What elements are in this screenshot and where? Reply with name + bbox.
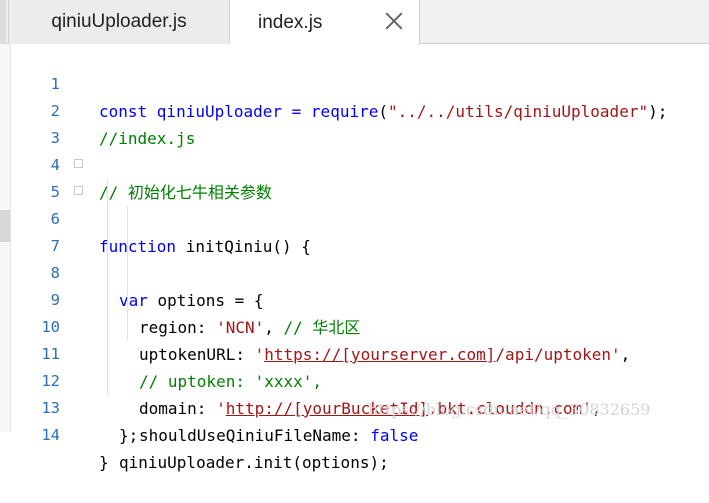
code-line: 12 }; [10,341,709,445]
code-token: false [370,426,419,445]
indent-guide [107,287,108,314]
indent-guide [107,314,108,341]
tab-index-js[interactable]: index.js [230,0,420,45]
indent-guide [127,206,128,233]
indent-guide [107,206,108,233]
indent-guide [107,368,108,395]
breakpoint-marker [0,210,10,242]
code-line: 3 [10,98,709,147]
indent-guide [127,287,128,314]
code-token: shouldUseQiniuFileName: [139,426,371,445]
code-text: }; [119,426,139,445]
code-text: qiniuUploader.init(options); [119,453,389,472]
indent-guide [107,260,108,287]
indent-guide [127,260,128,287]
code-line: 7 region: 'NCN', // 华北区 [10,206,709,337]
code-line: 11 shouldUseQiniuFileName: false [10,314,709,445]
watermark-text: https://blog.csdn.net/qq_30832659 [368,400,651,419]
tab-bar: qiniuUploader.js index.js [0,0,709,45]
close-icon[interactable] [385,12,403,30]
fold-toggle-icon[interactable] [74,186,83,195]
code-line: 9 // uptoken: 'xxxx', [10,260,709,391]
indent-guide [127,314,128,341]
indent-guide [107,233,108,260]
code-editor[interactable]: 1 const qiniuUploader = require("../../u… [10,44,709,472]
tab-scroll-edge[interactable] [0,0,6,44]
code-line: 6 var options = { [10,179,709,310]
code-line: 2 //index.js [10,71,709,148]
fold-toggle-icon[interactable] [74,159,83,168]
code-line: 10 domain: 'http://[yourBucketId].bkt.cl… [10,287,709,418]
indent-guide [107,179,108,206]
code-line: 8 uptokenURL: 'https://[yourserver.com]/… [10,233,709,364]
tab-label: qiniuUploader.js [51,11,187,32]
tab-qiniuuploader-js[interactable]: qiniuUploader.js [8,0,230,44]
indent-guide [127,233,128,260]
code-line: 4 // 初始化七牛相关参数 [10,125,709,202]
code-text: shouldUseQiniuFileName: false [139,422,418,449]
line-number: 14 [41,426,60,444]
code-text: } [99,453,109,472]
code-line: 13 qiniuUploader.init(options); [10,368,709,472]
code-line: 5 function initQiniu() { [10,152,709,256]
tab-label: index.js [258,11,323,33]
code-line: 1 const qiniuUploader = require("../../u… [10,44,709,121]
indent-guide [107,341,108,368]
